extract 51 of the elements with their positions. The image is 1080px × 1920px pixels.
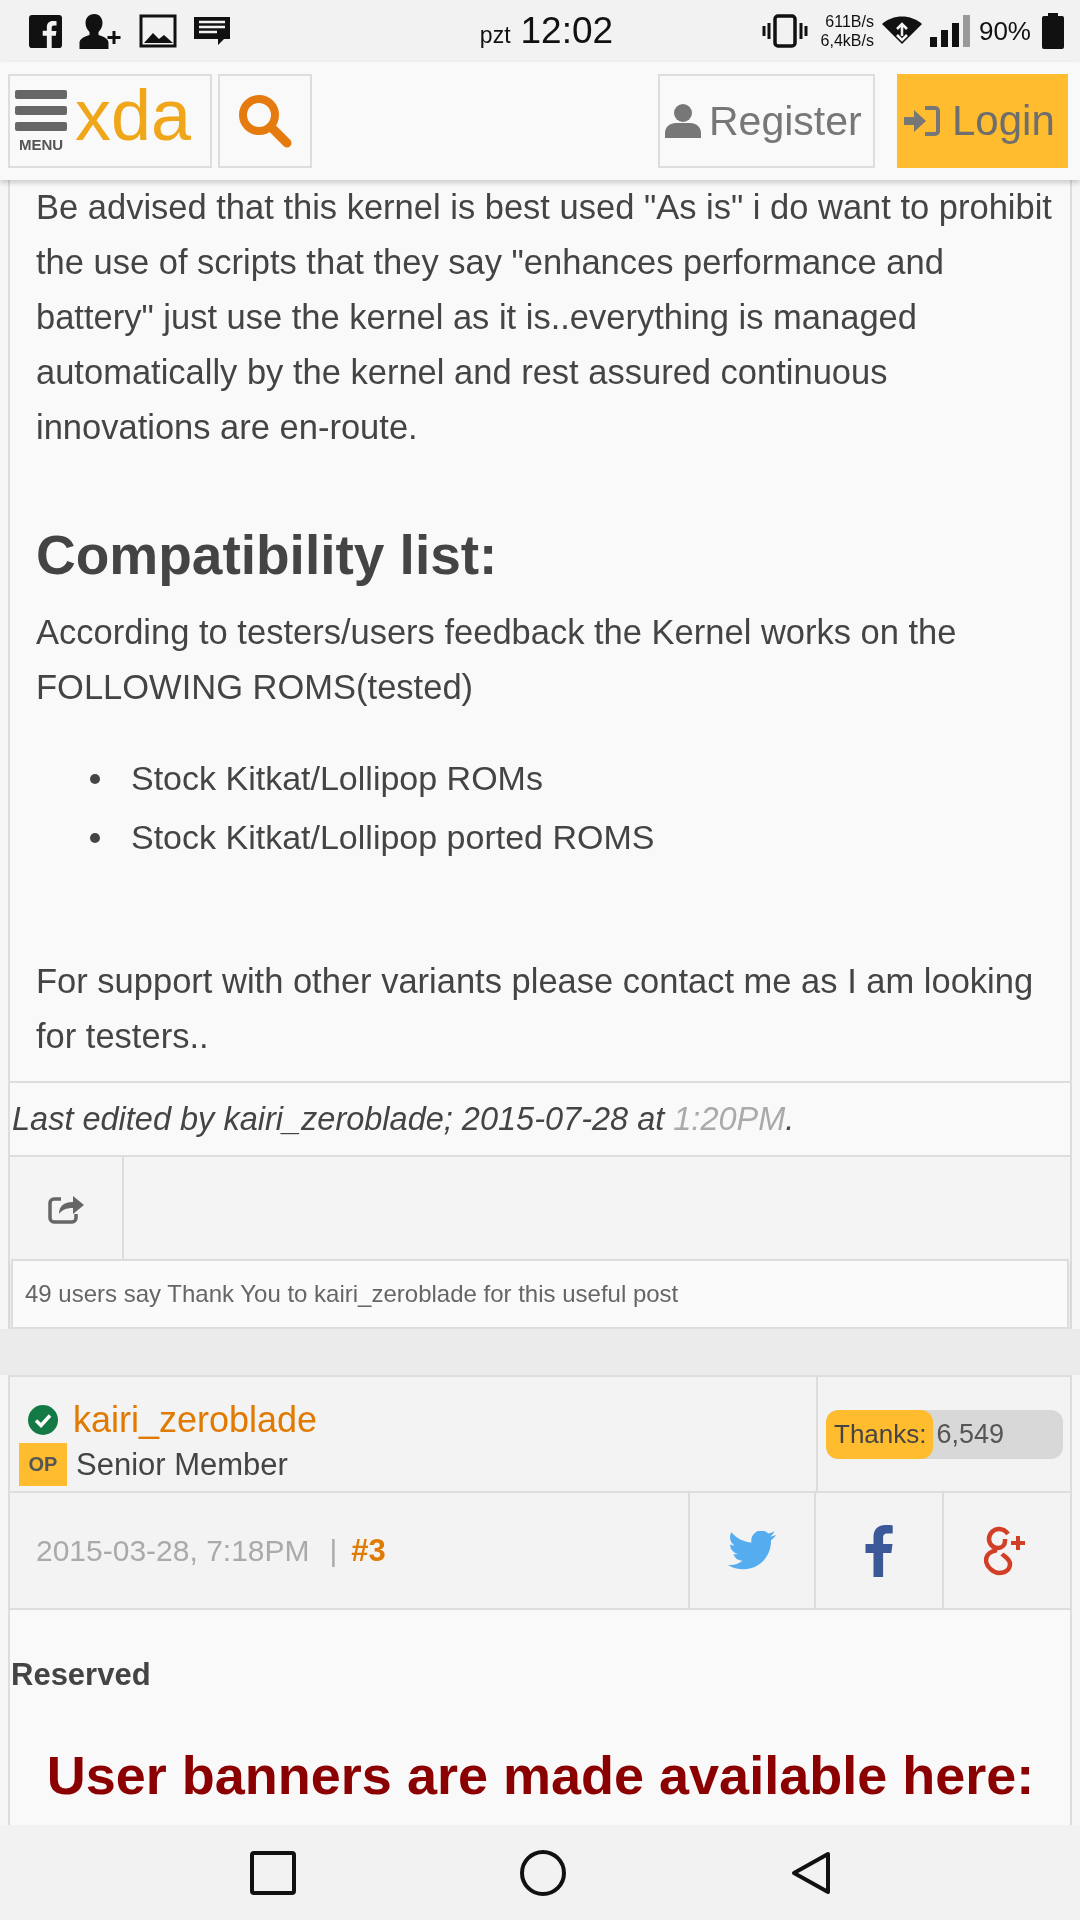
menu-button[interactable]: MENU (15, 89, 67, 153)
download-speed-text: 6,4kB/s (820, 31, 874, 50)
circle-icon (519, 1849, 566, 1896)
triangle-icon (790, 1850, 831, 1895)
recent-apps-button[interactable] (249, 1850, 296, 1895)
post-number-link[interactable]: #3 (351, 1532, 386, 1569)
back-button[interactable] (790, 1850, 831, 1895)
image-icon (139, 14, 177, 48)
username-link[interactable]: kairi_zeroblade (73, 1399, 318, 1441)
square-icon (249, 1850, 296, 1895)
op-badge: OP (19, 1443, 67, 1486)
user-icon (665, 104, 701, 138)
member-title: Senior Member (76, 1446, 288, 1483)
banner-heading: User banners are made available here: (45, 1744, 1036, 1806)
section-heading: Compatibility list: (36, 525, 499, 585)
post-date: 2015-03-28, 7:18PM (36, 1533, 310, 1568)
site-logo[interactable]: xda (75, 79, 192, 151)
add-user-icon (79, 12, 122, 50)
facebook-icon (864, 1524, 894, 1577)
battery-percent-text: 90% (978, 15, 1031, 47)
thanks-count: 6,549 (936, 1418, 1005, 1450)
battery-icon (1042, 13, 1064, 49)
paragraph: Be advised that this kernel is best used "As is" i do want to prohibit the use of scripts that they say "enhances performance and battery" just use the kernel as it is..everything is managed automatically by the kernel and rest assured continuous innovations are en-route. (36, 187, 1053, 448)
register-button[interactable]: Register (658, 74, 875, 168)
bullet-icon (90, 773, 100, 784)
paragraph: For support with other variants please contact me as I am looking for testers.. (36, 961, 1035, 1057)
menu-icon (15, 89, 67, 131)
paragraph: According to testers/users feedback the Kernel works on the FOLLOWING ROMS(tested) (36, 612, 958, 708)
vibrate-icon (761, 14, 808, 48)
list-item-text: Stock Kitkat/Lollipop ported ROMS (131, 818, 655, 857)
login-button[interactable]: Login (897, 74, 1068, 168)
carrier-text: pzt (479, 22, 511, 49)
clock-time: 12:02 (520, 10, 614, 52)
home-button[interactable] (519, 1849, 566, 1896)
verified-check-icon (28, 1405, 58, 1435)
bird-icon (728, 1531, 776, 1570)
bullet-icon (90, 832, 100, 843)
signal-icon (929, 15, 972, 47)
separator-text: | (329, 1533, 338, 1568)
list-item-text: Stock Kitkat/Lollipop ROMs (131, 759, 543, 798)
upload-speed-text: 611B/s (825, 12, 874, 31)
reserved-label: Reserved (11, 1656, 152, 1694)
wifi-icon (880, 16, 923, 46)
search-button[interactable] (218, 74, 312, 168)
message-icon (194, 17, 230, 45)
thanks-note: 49 users say Thank You to kairi_zeroblade for this useful post (11, 1259, 1069, 1329)
facebook-icon (29, 14, 62, 48)
search-icon (238, 94, 292, 148)
sign-in-icon (904, 106, 940, 136)
thanks-label: Thanks: (826, 1409, 933, 1459)
last-edited-text: Last edited by kairi_zeroblade; 2015-07-28 at 1:20PM. (12, 1100, 795, 1138)
